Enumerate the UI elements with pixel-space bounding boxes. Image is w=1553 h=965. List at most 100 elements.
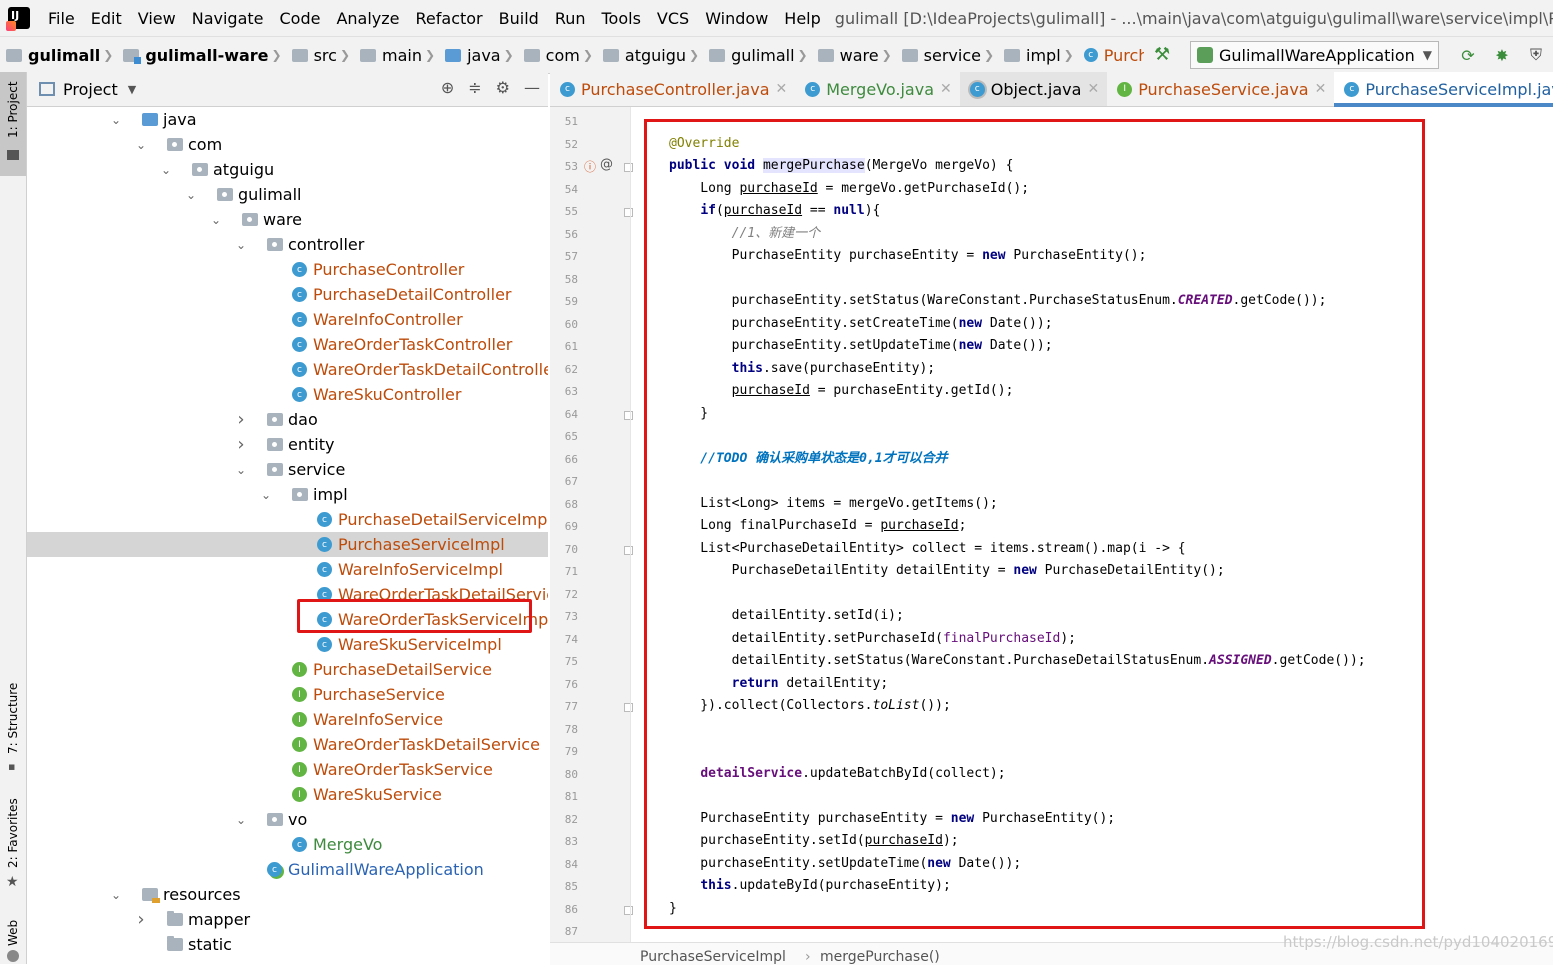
close-icon[interactable]: ✕ xyxy=(776,81,788,97)
tree-item-ware[interactable]: ⌄ ware xyxy=(27,207,548,232)
fold-marker-icon[interactable] xyxy=(624,545,633,555)
menu-file[interactable]: File xyxy=(40,9,83,28)
menu-tools[interactable]: Tools xyxy=(594,9,649,28)
tree-item-wareordertaskdetailservice[interactable]: I WareOrderTaskDetailService xyxy=(27,732,548,757)
chevron-right-icon[interactable]: › xyxy=(135,909,147,930)
breadcrumb-main[interactable]: main ❯ xyxy=(354,46,439,65)
fold-marker-icon[interactable] xyxy=(624,208,633,217)
breadcrumb-ware[interactable]: ware ❯ xyxy=(812,46,896,65)
tree-item-wareordertaskservice[interactable]: I WareOrderTaskService xyxy=(27,757,548,782)
tree-item-purchasecontroller[interactable]: c PurchaseController xyxy=(27,257,548,282)
chevron-down-icon[interactable]: ⌄ xyxy=(210,213,222,227)
menu-run[interactable]: Run xyxy=(547,9,594,28)
breadcrumb-service[interactable]: service ❯ xyxy=(896,46,998,65)
breadcrumb-gulimall[interactable]: gulimall ❯ xyxy=(703,46,812,65)
fold-marker-icon[interactable] xyxy=(624,905,633,915)
tree-item-mergevo[interactable]: c MergeVo xyxy=(27,832,548,857)
chevron-down-icon[interactable]: ⌄ xyxy=(235,463,247,477)
breadcrumb-com[interactable]: com ❯ xyxy=(518,46,597,65)
tree-item-wareordertaskcontroller[interactable]: c WareOrderTaskController xyxy=(27,332,548,357)
tree-item-wareskucontroller[interactable]: c WareSkuController xyxy=(27,382,548,407)
tree-item-gulimall[interactable]: ⌄ gulimall xyxy=(27,182,548,207)
favorites-tool-window-tab[interactable]: 2: Favorites ★ xyxy=(0,796,26,896)
breadcrumb-method-name[interactable]: mergePurchase() xyxy=(820,949,940,965)
tree-item-atguigu[interactable]: ⌄ atguigu xyxy=(27,157,548,182)
tree-item-wareinfocontroller[interactable]: c WareInfoController xyxy=(27,307,548,332)
tree-item-gulimallwareapplication[interactable]: c GulimallWareApplication xyxy=(27,857,548,882)
project-tool-window-tab[interactable]: 1: Project xyxy=(0,72,26,176)
tree-item-purchasedetailserviceimpl[interactable]: c PurchaseDetailServiceImpl xyxy=(27,507,548,532)
debug-bug-icon[interactable]: ✸ xyxy=(1491,44,1513,66)
chevron-down-icon[interactable]: ⌄ xyxy=(135,138,147,152)
tree-item-static[interactable]: static xyxy=(27,932,548,957)
tab-object[interactable]: c Object.java ✕ xyxy=(959,72,1108,106)
tree-item-com[interactable]: ⌄ com xyxy=(27,132,548,157)
tree-item-wareinfoservice[interactable]: I WareInfoService xyxy=(27,707,548,732)
menu-help[interactable]: Help xyxy=(776,9,828,28)
tree-item-wareskuservice[interactable]: I WareSkuService xyxy=(27,782,548,807)
chevron-down-icon[interactable]: ⌄ xyxy=(110,113,122,127)
tree-item-mapper[interactable]: › mapper xyxy=(27,907,548,932)
breadcrumb-impl[interactable]: impl ❯ xyxy=(998,46,1078,65)
tree-item-wareskuserviceimpl[interactable]: c WareSkuServiceImpl xyxy=(27,632,548,657)
fold-marker-icon[interactable] xyxy=(624,410,633,420)
tree-item-entity[interactable]: › entity xyxy=(27,432,548,457)
menu-build[interactable]: Build xyxy=(491,9,547,28)
locate-target-icon[interactable]: ⊕ xyxy=(441,78,454,97)
breadcrumb-project[interactable]: gulimall ❯ xyxy=(0,46,117,65)
breadcrumb-class-name[interactable]: PurchaseServiceImpl xyxy=(640,949,786,965)
tree-item-service[interactable]: ⌄ service xyxy=(27,457,548,482)
breadcrumb-src[interactable]: src ❯ xyxy=(286,46,354,65)
chevron-down-icon[interactable]: ⌄ xyxy=(110,888,122,902)
chevron-down-icon[interactable]: ⌄ xyxy=(260,488,272,502)
tree-item-vo[interactable]: ⌄ vo xyxy=(27,807,548,832)
tab-purchase-controller[interactable]: c PurchaseController.java ✕ xyxy=(550,72,795,106)
hide-minimize-icon[interactable]: — xyxy=(524,78,540,97)
menu-vcs[interactable]: VCS xyxy=(649,9,697,28)
fold-marker-icon[interactable] xyxy=(624,703,633,712)
chevron-down-icon[interactable]: ▼ xyxy=(128,83,136,96)
close-icon[interactable]: ✕ xyxy=(1315,81,1327,97)
tree-item-dao[interactable]: › dao xyxy=(27,407,548,432)
tree-item-purchasedetailservice[interactable]: I PurchaseDetailService xyxy=(27,657,548,682)
structure-tool-window-tab[interactable]: 7: Structure ▪ xyxy=(0,676,26,776)
tree-item-impl[interactable]: ⌄ impl xyxy=(27,482,548,507)
chevron-down-icon[interactable]: ⌄ xyxy=(235,813,247,827)
tree-item-controller[interactable]: ⌄ controller xyxy=(27,232,548,257)
close-icon[interactable]: ✕ xyxy=(1087,81,1099,97)
web-tool-window-tab[interactable]: Web xyxy=(0,914,26,964)
breadcrumb-module[interactable]: gulimall-ware ❯ xyxy=(117,46,285,65)
chevron-right-icon[interactable]: › xyxy=(235,409,247,430)
tree-item-purchaseserviceimpl[interactable]: c PurchaseServiceImpl xyxy=(27,532,548,557)
menu-navigate[interactable]: Navigate xyxy=(184,9,272,28)
breadcrumb-java[interactable]: java ❯ xyxy=(439,46,518,65)
chevron-right-icon[interactable]: › xyxy=(235,434,247,455)
chevron-down-icon[interactable]: ⌄ xyxy=(235,238,247,252)
tree-item-resources[interactable]: ⌄ resources xyxy=(27,882,548,907)
menu-analyze[interactable]: Analyze xyxy=(328,9,407,28)
tree-item-purchasedetailcontroller[interactable]: c PurchaseDetailController xyxy=(27,282,548,307)
menu-code[interactable]: Code xyxy=(272,9,329,28)
chevron-down-icon[interactable]: ⌄ xyxy=(160,163,172,177)
tab-merge-vo[interactable]: c MergeVo.java ✕ xyxy=(795,72,960,106)
tree-item-wareinfoserviceimpl[interactable]: c WareInfoServiceImpl xyxy=(27,557,548,582)
tree-item-java[interactable]: ⌄ java xyxy=(27,107,548,132)
menu-edit[interactable]: Edit xyxy=(83,9,130,28)
project-view-selector[interactable]: Project xyxy=(63,80,118,99)
tree-item-purchaseservice[interactable]: I PurchaseService xyxy=(27,682,548,707)
tree-item-wareordertaskdetailcontroller[interactable]: c WareOrderTaskDetailController xyxy=(27,357,548,382)
chevron-down-icon[interactable]: ⌄ xyxy=(185,188,197,202)
menu-refactor[interactable]: Refactor xyxy=(408,9,491,28)
rerun-icon[interactable]: ⟳ xyxy=(1457,44,1479,66)
close-icon[interactable]: ✕ xyxy=(940,81,952,97)
menu-view[interactable]: View xyxy=(130,9,184,28)
build-hammer-icon[interactable]: ⚒ xyxy=(1154,44,1176,66)
fold-marker-icon[interactable] xyxy=(624,163,633,172)
collapse-all-icon[interactable]: ≑ xyxy=(468,78,481,97)
breadcrumb-atguigu[interactable]: atguigu ❯ xyxy=(597,46,703,65)
tab-purchase-service[interactable]: I PurchaseService.java ✕ xyxy=(1107,72,1334,106)
gear-icon[interactable]: ⚙ xyxy=(496,78,510,97)
tab-purchase-service-impl[interactable]: c PurchaseServiceImpl.java ✕ xyxy=(1334,72,1553,107)
menu-window[interactable]: Window xyxy=(697,9,776,28)
run-configuration-select[interactable]: GulimallWareApplication ▼ xyxy=(1189,41,1439,69)
